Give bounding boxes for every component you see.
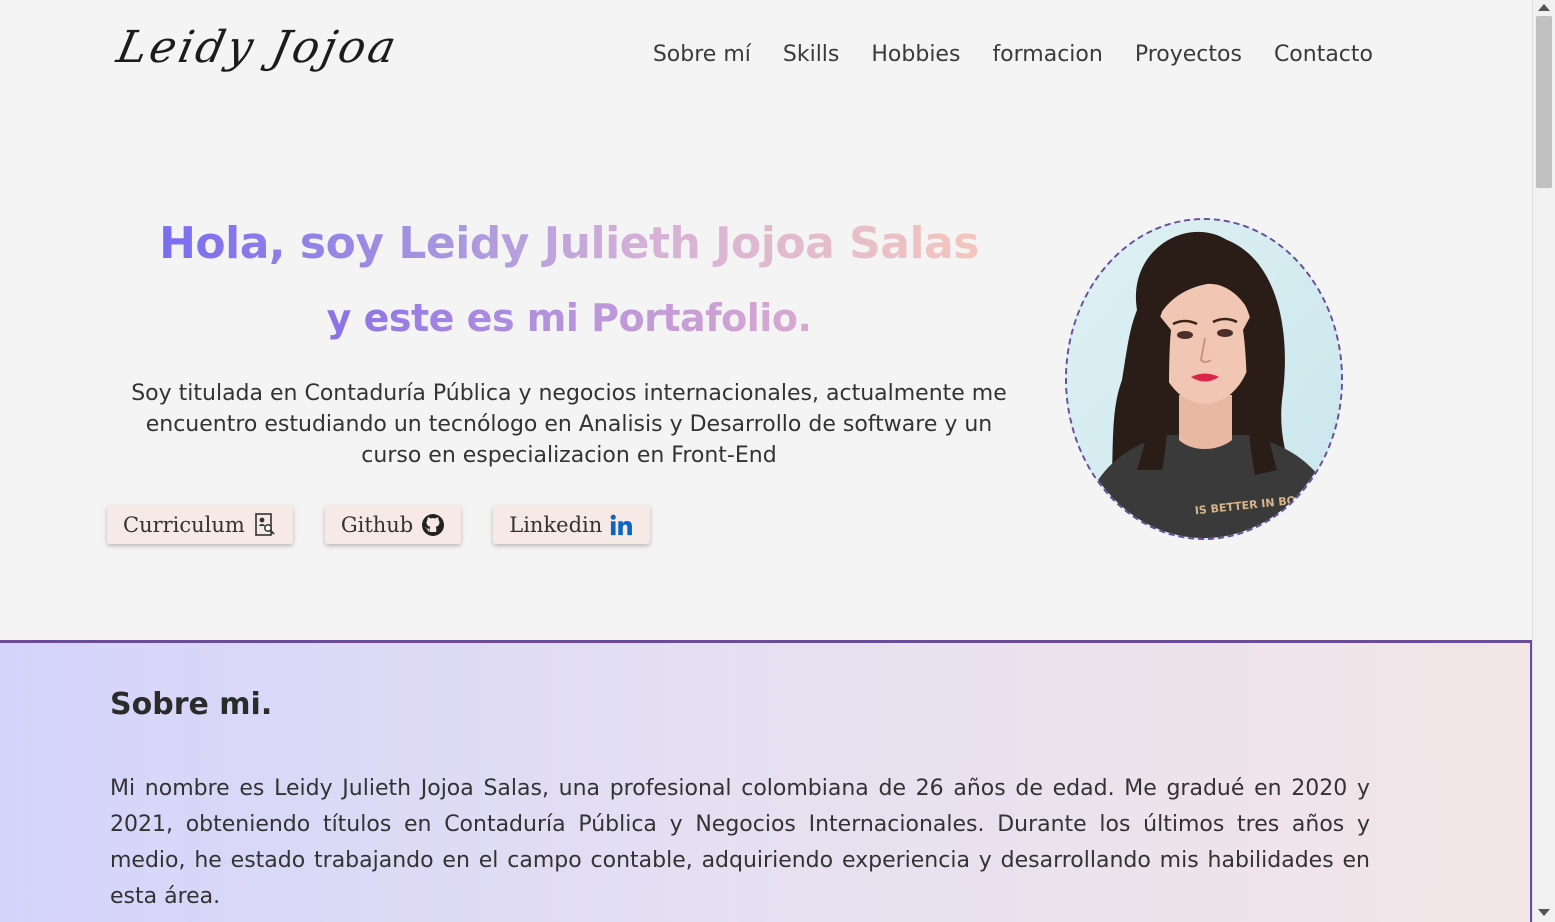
github-button[interactable]: Github: [324, 505, 462, 544]
linkedin-button-label: Linkedin: [509, 512, 603, 537]
about-paragraph: Mi nombre es Leidy Julieth Jojoa Salas, …: [110, 776, 1370, 909]
hero-title-text: Hola, soy Leidy Julieth Jojoa Salas: [159, 218, 979, 269]
site-header: Leidy Jojoa Sobre mí Skills Hobbies form…: [0, 0, 1533, 120]
social-buttons: Curriculum Github Linkedin: [107, 505, 651, 544]
logo[interactable]: Leidy Jojoa: [113, 22, 404, 73]
portfolio-page: Leidy Jojoa Sobre mí Skills Hobbies form…: [0, 0, 1555, 922]
page-scrollbar[interactable]: [1532, 0, 1555, 922]
curriculum-button-label: Curriculum: [123, 512, 245, 537]
hero-intro: Soy titulada en Contaduría Pública y neg…: [131, 381, 1007, 468]
linkedin-icon: [610, 513, 634, 537]
nav-link-hobbies[interactable]: Hobbies: [871, 42, 960, 67]
main-nav: Sobre mí Skills Hobbies formacion Proyec…: [653, 42, 1373, 67]
scroll-down-icon[interactable]: [1538, 909, 1550, 916]
github-icon: [421, 513, 445, 537]
nav-link-contacto[interactable]: Contacto: [1274, 42, 1373, 67]
about-heading: Sobre mi.: [110, 687, 273, 722]
github-button-label: Github: [340, 512, 414, 537]
nav-link-proyectos[interactable]: Proyectos: [1135, 42, 1242, 67]
nav-link-skills[interactable]: Skills: [783, 42, 840, 67]
document-search-icon: [253, 512, 277, 537]
nav-link-sobre-mi[interactable]: Sobre mí: [653, 42, 751, 67]
profile-photo-illustration: IS BETTER IN BOD: [1067, 220, 1341, 538]
curriculum-button[interactable]: Curriculum: [107, 505, 293, 544]
about-section: Sobre mi. Mi nombre es Leidy Julieth Joj…: [0, 640, 1533, 922]
scroll-up-icon[interactable]: [1538, 4, 1550, 11]
hero-title: Hola, soy Leidy Julieth Jojoa Salas: [90, 218, 1048, 269]
hero-subtitle: y este es mi Portafolio.: [90, 296, 1048, 340]
scroll-thumb[interactable]: [1536, 16, 1552, 188]
hero-subtitle-text: y este es mi Portafolio.: [326, 296, 812, 340]
profile-photo: IS BETTER IN BOD: [1065, 218, 1343, 540]
linkedin-button[interactable]: Linkedin: [493, 505, 651, 544]
nav-link-formacion[interactable]: formacion: [992, 42, 1102, 67]
